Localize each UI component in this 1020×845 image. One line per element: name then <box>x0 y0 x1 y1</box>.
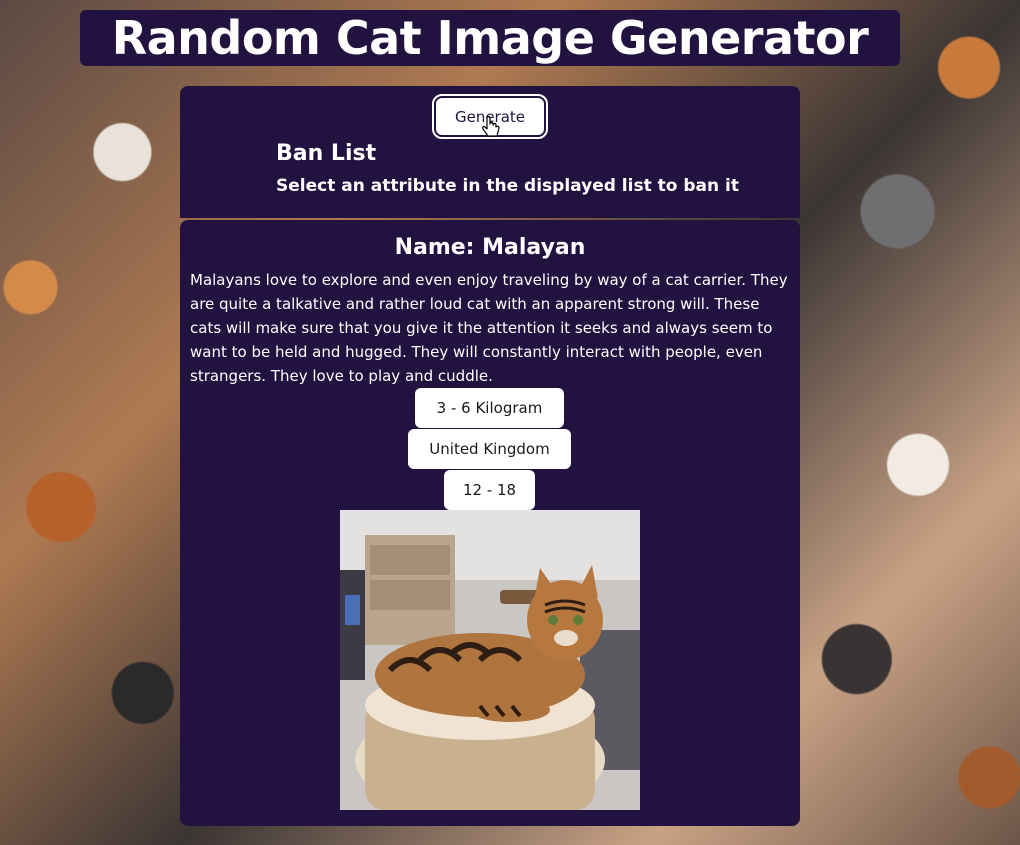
attribute-lifespan-button[interactable]: 12 - 18 <box>444 470 535 510</box>
attribute-weight-button[interactable]: 3 - 6 Kilogram <box>415 388 564 428</box>
cat-description: Malayans love to explore and even enjoy … <box>190 271 788 385</box>
hand-pointer-icon <box>482 116 500 137</box>
ban-list-instruction: Select an attribute in the displayed lis… <box>276 176 739 196</box>
page-title: Random Cat Image Generator <box>111 11 869 65</box>
title-bar: Random Cat Image Generator <box>80 10 900 66</box>
attribute-origin-button[interactable]: United Kingdom <box>408 429 571 469</box>
ban-list-title: Ban List <box>276 141 377 166</box>
cat-name-heading: Name: Malayan <box>394 235 586 260</box>
background-collage <box>0 0 1 1</box>
cat-photo <box>340 510 640 810</box>
